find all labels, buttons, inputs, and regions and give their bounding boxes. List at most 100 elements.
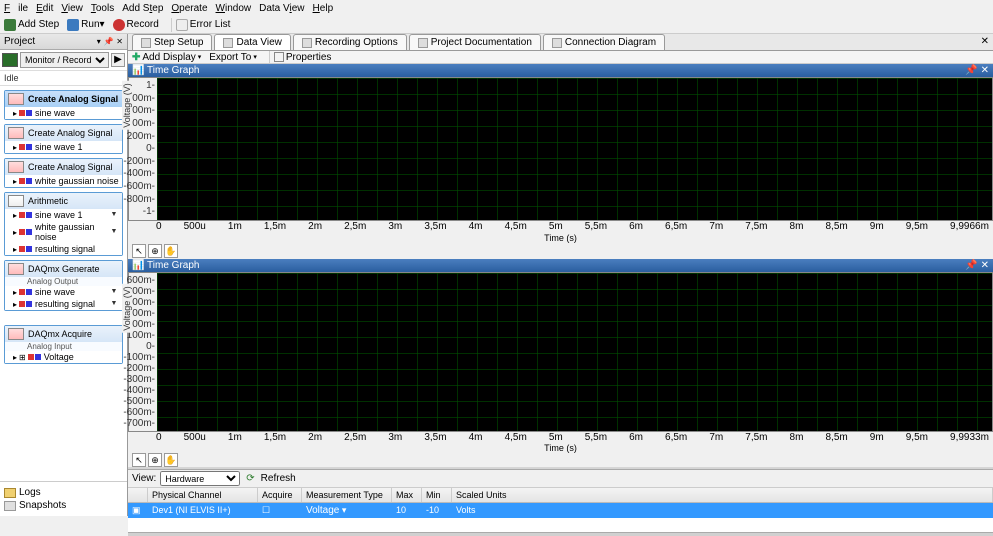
step-header[interactable]: Arithmetic [5, 193, 122, 209]
step-subtitle: Analog Output [5, 277, 122, 286]
menu-file[interactable]: File [4, 3, 28, 14]
signal-name: white gaussian noise [35, 222, 109, 242]
step-header[interactable]: Create Analog Signal [5, 91, 122, 107]
mode-select[interactable]: Monitor / Record [20, 52, 109, 68]
cv-th-measurement[interactable]: Measurement Type [302, 488, 392, 502]
plot-area[interactable] [157, 78, 992, 220]
cv-th-scaled[interactable]: Scaled Units [452, 488, 993, 502]
project-panel-title: Project ▾ 📌 ✕ [0, 34, 127, 50]
graph-pin-icon[interactable]: 📌 [965, 260, 977, 271]
y-axis: 600m-500m-400m-300m-200m-100m-0--100m--2… [129, 273, 157, 431]
graph-close-icon[interactable]: ✕ [981, 260, 989, 271]
step-signal-row[interactable]: ▸ white gaussian noise [5, 175, 122, 187]
exportto-button[interactable]: Export To▾ [209, 52, 257, 63]
graph-close-icon[interactable]: ✕ [981, 65, 989, 76]
tree-logs[interactable]: Logs [4, 486, 123, 499]
properties-button[interactable]: Properties [274, 52, 332, 63]
graph-pin-icon[interactable]: 📌 [965, 65, 977, 76]
step-block[interactable]: DAQmx AcquireAnalog Input ▸ ⊞ Voltage [4, 325, 123, 364]
cv-view-select[interactable]: Hardware [160, 471, 240, 486]
project-icon [2, 53, 18, 67]
graph-tool-pan[interactable]: ✋ [164, 453, 178, 467]
graph-titlebar[interactable]: 📊 Time Graph 📌✕ [128, 64, 993, 77]
refresh-icon[interactable]: ⟳ [246, 473, 254, 484]
tab-project-documentation[interactable]: Project Documentation [409, 34, 541, 50]
cv-th-max[interactable]: Max [392, 488, 422, 502]
step-block[interactable]: Create Analog Signal ▸ white gaussian no… [4, 158, 123, 188]
menu-edit[interactable]: Edit [36, 3, 53, 14]
cv-resize-handle[interactable] [128, 532, 993, 536]
signal-type-icon-2 [26, 289, 32, 295]
tab-icon [141, 38, 151, 48]
tabs-close-icon[interactable]: ✕ [981, 36, 989, 47]
step-signal-row[interactable]: ▸ sine wave [5, 107, 122, 119]
step-title: DAQmx Acquire [28, 329, 119, 339]
step-header[interactable]: Create Analog Signal [5, 159, 122, 175]
signal-dropdown-icon[interactable]: ▼ [109, 300, 119, 308]
tab-recording-options[interactable]: Recording Options [293, 34, 407, 50]
signal-type-icon-2 [26, 229, 32, 235]
menu-operate[interactable]: Operate [171, 3, 207, 14]
step-signal-row[interactable]: ▸ sine wave 1 [5, 141, 122, 153]
step-block[interactable]: Arithmetic ▸ sine wave 1 ▼ ▸ white gauss… [4, 192, 123, 256]
step-signal-row[interactable]: ▸ white gaussian noise ▼ [5, 221, 122, 243]
addstep-button[interactable]: Add Step [4, 19, 59, 31]
panel-close-icon[interactable]: ✕ [116, 37, 123, 46]
signal-dropdown-icon[interactable]: ▼ [109, 228, 119, 236]
signal-name: sine wave 1 [35, 210, 109, 220]
step-block[interactable]: DAQmx Generate Analog Output ▸ sine wave … [4, 260, 123, 311]
cv-th-physical[interactable]: Physical Channel [148, 488, 258, 502]
step-signal-row[interactable]: ▸ resulting signal [5, 243, 122, 255]
tab-step-setup[interactable]: Step Setup [132, 34, 212, 50]
signal-dropdown-icon[interactable]: ▼ [109, 211, 119, 219]
tab-connection-diagram[interactable]: Connection Diagram [543, 34, 665, 50]
signal-dropdown-icon[interactable]: ▼ [109, 288, 119, 296]
signal-type-icon [19, 178, 25, 184]
step-title: DAQmx Generate [28, 264, 119, 274]
step-signal-row[interactable]: ▸ resulting signal ▼ [5, 298, 122, 310]
run-button[interactable]: Run ▾ [67, 19, 104, 31]
menu-help[interactable]: Help [313, 3, 334, 14]
cv-th-acquire[interactable]: Acquire [258, 488, 302, 502]
adddisplay-button[interactable]: ✚Add Display▾ [132, 52, 201, 63]
signal-type-icon-2 [26, 144, 32, 150]
graph-tool-pan[interactable]: ✋ [164, 244, 178, 258]
graph-tool-cursor[interactable]: ↖ [132, 453, 146, 467]
cv-th-min[interactable]: Min [422, 488, 452, 502]
cv-header-row: Physical Channel Acquire Measurement Typ… [128, 488, 993, 503]
signal-type-icon [19, 289, 25, 295]
time-graph: 📊 Time Graph 📌✕ Voltage (V) 600m-500m-40… [128, 259, 993, 454]
step-signal-row[interactable]: ▸ ⊞ Voltage [5, 351, 122, 363]
menu-addstep[interactable]: Add Step [122, 3, 163, 14]
menu-dataview[interactable]: Data View [259, 3, 304, 14]
time-graph: 📊 Time Graph 📌✕ Voltage (V) 1-800m-600m-… [128, 64, 993, 259]
step-title: Create Analog Signal [28, 94, 119, 104]
menu-tools[interactable]: Tools [91, 3, 114, 14]
tab-data-view[interactable]: Data View [214, 34, 290, 50]
errorlist-button[interactable]: Error List [176, 19, 231, 31]
graph-tool-zoom[interactable]: ⊕ [148, 244, 162, 258]
cv-refresh-button[interactable]: Refresh [261, 473, 296, 484]
plot-area[interactable] [157, 273, 992, 431]
status-label: Idle [0, 71, 127, 86]
play-button[interactable]: ▶ [111, 53, 125, 67]
step-block[interactable]: Create Analog Signal ▸ sine wave [4, 90, 123, 120]
menu-view[interactable]: View [61, 3, 83, 14]
step-header[interactable]: DAQmx Acquire [5, 326, 122, 342]
graph-tool-cursor[interactable]: ↖ [132, 244, 146, 258]
step-signal-row[interactable]: ▸ sine wave ▼ [5, 286, 122, 298]
record-button[interactable]: Record [113, 19, 159, 31]
menu-window[interactable]: Window [216, 3, 252, 14]
panel-dropdown-icon[interactable]: ▾ [97, 37, 101, 46]
graph-tool-zoom[interactable]: ⊕ [148, 453, 162, 467]
panel-pin-icon[interactable]: 📌 [104, 37, 114, 46]
signal-type-icon-2 [26, 178, 32, 184]
step-header[interactable]: Create Analog Signal [5, 125, 122, 141]
y-axis-label: Voltage (V) [122, 81, 132, 130]
signal-type-icon-2 [26, 246, 32, 252]
graph-titlebar[interactable]: 📊 Time Graph 📌✕ [128, 259, 993, 272]
tree-snapshots[interactable]: Snapshots [4, 499, 123, 512]
step-block[interactable]: Create Analog Signal ▸ sine wave 1 [4, 124, 123, 154]
step-header[interactable]: DAQmx Generate [5, 261, 122, 277]
step-signal-row[interactable]: ▸ sine wave 1 ▼ [5, 209, 122, 221]
